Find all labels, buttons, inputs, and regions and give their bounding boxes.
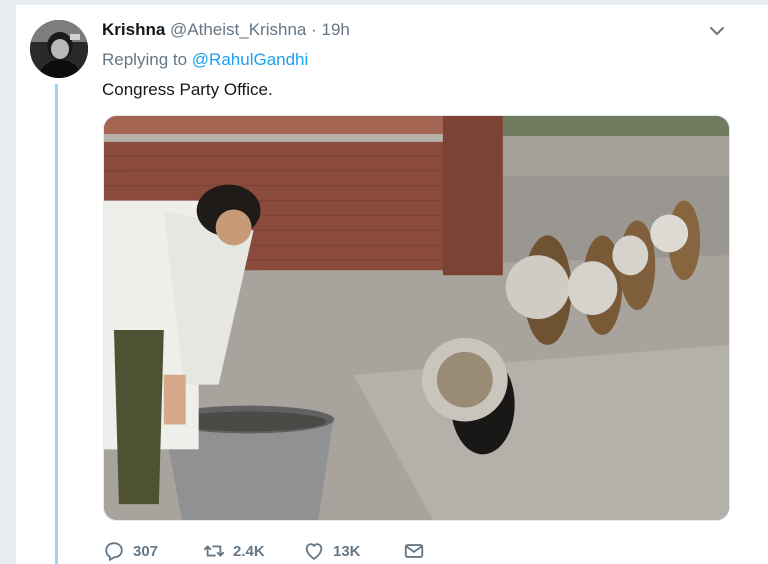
mention-link[interactable]: @RahulGandhi bbox=[192, 50, 309, 69]
avatar[interactable] bbox=[30, 20, 88, 78]
separator-dot: · bbox=[311, 20, 317, 39]
chevron-down-icon bbox=[708, 22, 726, 45]
timeline-top-border bbox=[0, 0, 768, 5]
retweet-count: 2.4K bbox=[233, 542, 265, 560]
tweet-photo[interactable] bbox=[103, 115, 730, 521]
author-handle[interactable]: @Atheist_Krishna bbox=[170, 20, 306, 39]
replying-to-line: Replying to @RahulGandhi bbox=[102, 50, 308, 70]
tweet-text: Congress Party Office. bbox=[102, 80, 273, 99]
retweet-button[interactable]: 2.4K bbox=[203, 540, 303, 562]
replying-prefix: Replying to bbox=[102, 50, 188, 69]
tweet-actions: 307 2.4K 13K bbox=[103, 538, 425, 564]
heart-icon bbox=[303, 540, 325, 562]
author-name[interactable]: Krishna bbox=[102, 20, 165, 39]
tweet-menu-button[interactable] bbox=[706, 22, 728, 44]
tweet-header: Krishna @Atheist_Krishna · 19h bbox=[102, 20, 350, 40]
direct-message-button[interactable] bbox=[403, 540, 425, 562]
reply-icon bbox=[103, 540, 125, 562]
like-button[interactable]: 13K bbox=[303, 540, 403, 562]
like-count: 13K bbox=[333, 542, 361, 560]
envelope-icon bbox=[403, 540, 425, 562]
tweet-timestamp[interactable]: 19h bbox=[322, 20, 350, 39]
reply-button[interactable]: 307 bbox=[103, 540, 203, 562]
timeline-left-border bbox=[0, 0, 16, 564]
thread-connector-line bbox=[55, 84, 58, 564]
retweet-icon bbox=[203, 540, 225, 562]
reply-count: 307 bbox=[133, 542, 159, 560]
